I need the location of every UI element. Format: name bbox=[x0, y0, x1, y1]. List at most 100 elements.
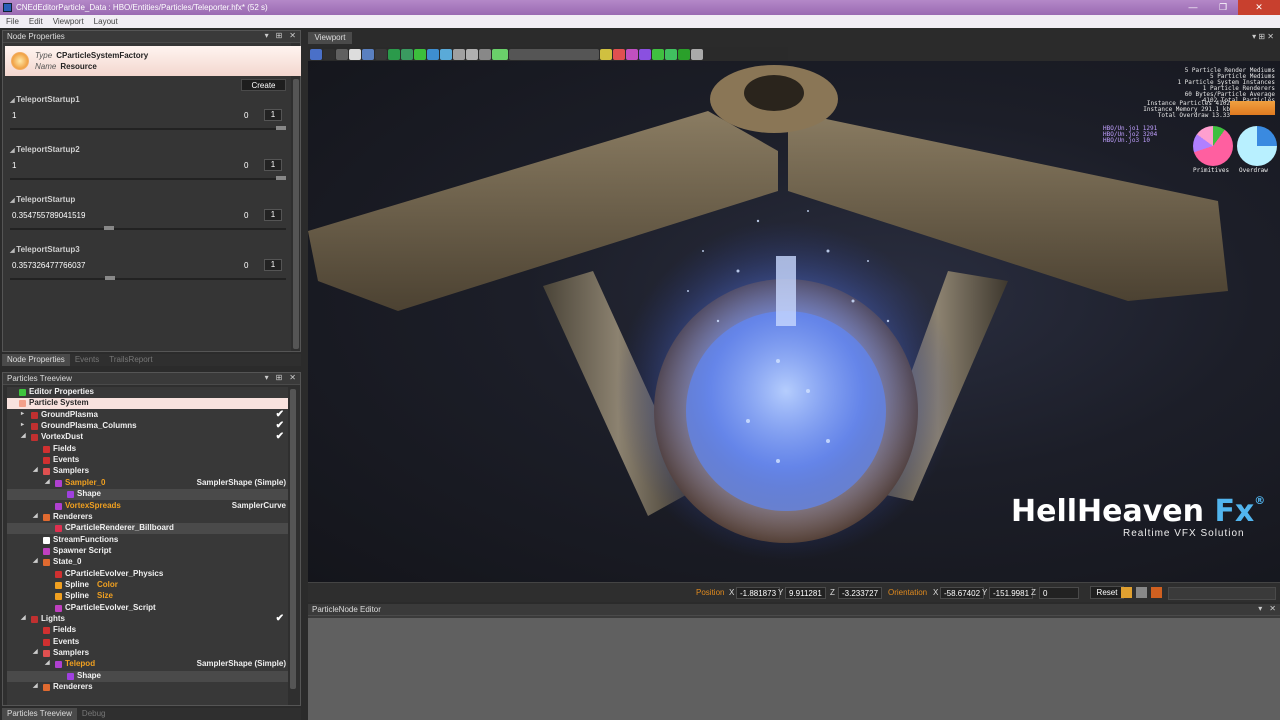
reset-button[interactable]: Reset bbox=[1090, 586, 1124, 599]
expand-toggle-icon[interactable]: ◢ bbox=[45, 659, 50, 666]
tree-row[interactable]: ◢ Renderers bbox=[7, 682, 288, 693]
shape-icon[interactable] bbox=[678, 48, 690, 60]
property-min[interactable]: 0 bbox=[244, 111, 248, 120]
orientation-z-field[interactable]: 0 bbox=[1039, 587, 1079, 599]
tree-row[interactable]: ◢ Lights ✔ bbox=[7, 613, 288, 625]
close-icon[interactable]: ✕ bbox=[1269, 604, 1276, 613]
minimize-button[interactable]: — bbox=[1178, 0, 1208, 15]
dropdown-icon[interactable]: ▾ bbox=[1258, 604, 1262, 613]
property-slider[interactable] bbox=[10, 126, 286, 130]
property-max[interactable]: 1 bbox=[264, 209, 282, 221]
position-x-field[interactable]: -1.881873 bbox=[736, 587, 781, 599]
properties-scrollbar[interactable] bbox=[293, 79, 299, 349]
tab-debug[interactable]: Debug bbox=[77, 708, 111, 720]
timeline-slider[interactable] bbox=[509, 48, 599, 60]
expand-toggle-icon[interactable]: ◢ bbox=[45, 478, 50, 485]
close-icon[interactable]: ✕ bbox=[289, 31, 296, 40]
property-value[interactable]: 1 bbox=[12, 111, 16, 120]
property-value[interactable]: 0.357326477766037 bbox=[12, 261, 85, 270]
tree-row[interactable]: Events bbox=[7, 637, 288, 648]
property-slider[interactable] bbox=[10, 226, 286, 230]
tree-row[interactable]: ◢ State_0 bbox=[7, 557, 288, 568]
property-max[interactable]: 1 bbox=[264, 159, 282, 171]
enabled-check-icon[interactable]: ✔ bbox=[276, 613, 284, 624]
create-button[interactable]: Create bbox=[241, 79, 286, 91]
spawn-icon[interactable] bbox=[414, 48, 426, 60]
expand-toggle-icon[interactable]: ◢ bbox=[21, 432, 26, 439]
property-min[interactable]: 0 bbox=[244, 211, 248, 220]
tree-row[interactable]: ◢ Renderers bbox=[7, 512, 288, 523]
chart-icon[interactable] bbox=[1151, 587, 1162, 598]
maximize-button[interactable]: ❐ bbox=[1208, 0, 1238, 15]
tree-row[interactable]: VortexSpreads SamplerCurve bbox=[7, 501, 288, 512]
property-min[interactable]: 0 bbox=[244, 161, 248, 170]
tree-row[interactable]: Fields bbox=[7, 444, 288, 455]
tree-row[interactable]: Spline Color bbox=[7, 580, 288, 591]
tree-icon[interactable] bbox=[652, 48, 664, 60]
gizmo-icon[interactable] bbox=[336, 48, 348, 60]
menu-viewport[interactable]: Viewport bbox=[53, 17, 84, 26]
menu-file[interactable]: File bbox=[6, 17, 19, 26]
light-icon[interactable] bbox=[362, 48, 374, 60]
wireframe-icon[interactable] bbox=[349, 48, 361, 60]
expand-toggle-icon[interactable]: ◢ bbox=[21, 614, 26, 621]
menu-layout[interactable]: Layout bbox=[94, 17, 118, 26]
property-slider[interactable] bbox=[10, 176, 286, 180]
tree-row[interactable]: Editor Properties bbox=[7, 387, 288, 398]
tree-row[interactable]: CParticleRenderer_Billboard bbox=[7, 523, 288, 535]
screenshot-icon[interactable] bbox=[691, 48, 703, 60]
tree-row[interactable]: Shape bbox=[7, 670, 288, 682]
expand-toggle-icon[interactable]: ▸ bbox=[21, 421, 24, 428]
tab-node-properties[interactable]: Node Properties bbox=[2, 354, 70, 366]
property-value[interactable]: 1 bbox=[12, 161, 16, 170]
cursor-icon[interactable] bbox=[453, 48, 465, 60]
tab-events[interactable]: Events bbox=[70, 354, 104, 366]
property-value[interactable]: 0.354755789041519 bbox=[12, 211, 85, 220]
dropdown-icon[interactable]: ▾ bbox=[265, 31, 269, 40]
tab-viewport[interactable]: Viewport bbox=[308, 32, 352, 44]
tree-row[interactable]: ◢ VortexDust ✔ bbox=[7, 431, 288, 443]
tree-row[interactable]: ▸ GroundPlasma ✔ bbox=[7, 409, 288, 421]
tree-row[interactable]: CParticleEvolver_Physics bbox=[7, 569, 288, 580]
tree-row[interactable]: ▸ GroundPlasma_Columns ✔ bbox=[7, 420, 288, 432]
tree-row[interactable]: ◢ Samplers bbox=[7, 466, 288, 477]
expand-toggle-icon[interactable]: ▸ bbox=[21, 410, 24, 417]
expand-toggle-icon[interactable]: ◢ bbox=[33, 682, 38, 689]
tree-row[interactable]: ◢ Sampler_0 SamplerShape (Simple) bbox=[7, 478, 288, 489]
profile-icon[interactable] bbox=[639, 48, 651, 60]
position-z-field[interactable]: -3.233727 bbox=[838, 587, 883, 599]
enabled-check-icon[interactable]: ✔ bbox=[276, 420, 284, 431]
expand-toggle-icon[interactable]: ◢ bbox=[33, 466, 38, 473]
position-y-field[interactable]: 9.911281 bbox=[785, 587, 826, 599]
lock-icon[interactable] bbox=[466, 48, 478, 60]
tab-trails-report[interactable]: TrailsReport bbox=[104, 354, 157, 366]
expand-toggle-icon[interactable]: ◢ bbox=[33, 557, 38, 564]
tree-row[interactable]: ◢ Samplers bbox=[7, 648, 288, 659]
close-button[interactable]: ✕ bbox=[1238, 0, 1280, 15]
tree-row[interactable]: Spawner Script bbox=[7, 546, 288, 557]
tree-row[interactable]: StreamFunctions bbox=[7, 535, 288, 546]
shield-icon[interactable] bbox=[427, 48, 439, 60]
tree-row[interactable]: CParticleEvolver_Script bbox=[7, 603, 288, 614]
enabled-check-icon[interactable]: ✔ bbox=[276, 409, 284, 420]
close-icon[interactable]: ✕ bbox=[289, 373, 296, 382]
slider-thumb[interactable] bbox=[104, 226, 115, 230]
slider-thumb[interactable] bbox=[276, 126, 286, 130]
tree-row[interactable]: Fields bbox=[7, 625, 288, 636]
record-icon[interactable] bbox=[613, 48, 625, 60]
tree-row[interactable]: Events bbox=[7, 455, 288, 466]
menu-edit[interactable]: Edit bbox=[29, 17, 43, 26]
tab-particles-treeview[interactable]: Particles Treeview bbox=[2, 708, 77, 720]
pin-icon[interactable]: ⊞ bbox=[276, 31, 283, 40]
dropdown-icon[interactable]: ▾ bbox=[265, 373, 269, 382]
node-editor-canvas[interactable] bbox=[308, 618, 1280, 720]
status-field[interactable] bbox=[1168, 587, 1276, 600]
property-slider[interactable] bbox=[10, 276, 286, 280]
color-icon[interactable] bbox=[492, 48, 508, 60]
viewport-controls[interactable]: ▾ ⊞ ✕ bbox=[1252, 32, 1274, 41]
orientation-y-field[interactable]: -151.9981 bbox=[989, 587, 1034, 599]
property-max[interactable]: 1 bbox=[264, 109, 282, 121]
settings-icon[interactable] bbox=[479, 48, 491, 60]
slider-thumb[interactable] bbox=[276, 176, 286, 180]
play-icon[interactable] bbox=[388, 48, 400, 60]
